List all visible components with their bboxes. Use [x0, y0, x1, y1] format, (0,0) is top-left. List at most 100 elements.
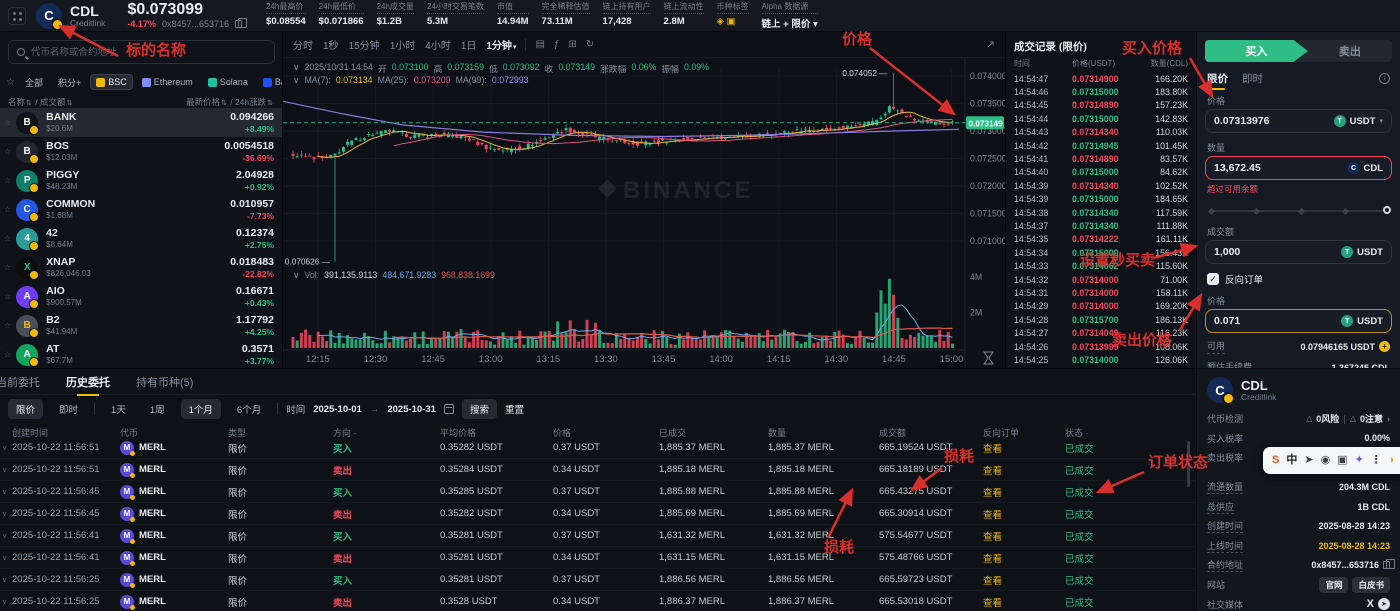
- search-input[interactable]: [31, 46, 266, 58]
- price-unit-selector[interactable]: T USDT ▾: [1333, 115, 1383, 127]
- sell-price-field[interactable]: 0.071 T USDT: [1205, 309, 1392, 333]
- view-link[interactable]: 查看: [983, 595, 1065, 609]
- amount-slider[interactable]: [1207, 204, 1391, 217]
- contract-address[interactable]: 0x8457...653716: [162, 19, 229, 29]
- buy-tab[interactable]: 买入: [1205, 40, 1308, 62]
- extension-icon[interactable]: 中: [1286, 455, 1297, 466]
- favorite-star-icon[interactable]: [4, 118, 11, 127]
- order-row[interactable]: 2025-10-22 11:56:41 M MERL 限价 卖出 0.35281 …: [0, 547, 1196, 569]
- filter-instant[interactable]: 即时: [51, 399, 86, 419]
- collapse-caret-icon[interactable]: ∨: [293, 62, 299, 75]
- trade-row[interactable]: 14:54:28 0.07315700 186.13K: [1006, 313, 1196, 326]
- telegram-icon[interactable]: [1378, 598, 1390, 611]
- trade-row[interactable]: 14:54:38 0.07314340 117.59K: [1006, 206, 1196, 219]
- slider-thumb[interactable]: [1383, 206, 1391, 214]
- copy-icon[interactable]: [1383, 559, 1395, 570]
- coin-logo[interactable]: C: [36, 2, 64, 31]
- trade-row[interactable]: 14:54:46 0.07315000 183.80K: [1006, 85, 1196, 98]
- layout-icon[interactable]: ⊞: [568, 39, 576, 50]
- coin-list-item[interactable]: A AT $67.7M 0.3571 +3.77%: [0, 340, 282, 368]
- reverse-order-row[interactable]: 反向订单: [1207, 272, 1390, 286]
- row-expand-icon[interactable]: [2, 554, 7, 562]
- timeframe-tab[interactable]: 1分钟▾: [486, 37, 516, 52]
- row-expand-icon[interactable]: [2, 576, 7, 584]
- browser-extension-toolbar[interactable]: S 中 ➤ ◉ ▣ ✦ ⋮ ◗: [1263, 447, 1400, 474]
- range-1w[interactable]: 1周: [142, 399, 173, 419]
- slider-dot[interactable]: [1207, 207, 1216, 215]
- timeframe-tab[interactable]: 分时: [293, 37, 314, 52]
- order-row[interactable]: 2025-10-22 11:56:25 M MERL 限价 卖出 0.3528 U…: [0, 591, 1196, 611]
- sell-price-value[interactable]: 0.071: [1214, 315, 1335, 327]
- coin-list-item[interactable]: 4 42 $8.64M 0.12374 +2.75%: [0, 224, 282, 253]
- coin-list-item[interactable]: B BOS $12.03M 0.0054518 -36.69%: [0, 137, 282, 166]
- trade-row[interactable]: 14:54:45 0.07314890 157.23K: [1006, 99, 1196, 112]
- trade-row[interactable]: 14:54:32 0.07314000 71.00K: [1006, 273, 1196, 286]
- col-price-change[interactable]: 最新价格 / 24h涨跌: [186, 96, 274, 108]
- range-1m[interactable]: 1个月: [180, 399, 221, 419]
- range-1d[interactable]: 1天: [103, 399, 134, 419]
- order-row[interactable]: 2025-10-22 11:56:25 M MERL 限价 买入 0.35281 …: [0, 569, 1196, 591]
- coin-list-item[interactable]: C COMMON $1.68M 0.010957 -7.73%: [0, 195, 282, 224]
- sell-tab[interactable]: 卖出: [1308, 40, 1392, 62]
- calendar-icon[interactable]: [443, 404, 454, 414]
- whitepaper-button[interactable]: 白皮书: [1352, 576, 1390, 593]
- coin-list-item[interactable]: A AIO $900.57M 0.16671 +0.43%: [0, 282, 282, 311]
- view-link[interactable]: 查看: [983, 529, 1065, 543]
- refresh-icon[interactable]: ↻: [586, 39, 594, 50]
- chain-tab-all[interactable]: 全部: [19, 73, 49, 92]
- timeframe-tab[interactable]: 1秒: [323, 37, 340, 52]
- instant-mode-tab[interactable]: 即时: [1242, 71, 1263, 86]
- extension-icon[interactable]: ▣: [1337, 455, 1347, 466]
- favorite-star-icon[interactable]: [4, 205, 11, 214]
- app-grid-icon[interactable]: [8, 6, 26, 25]
- chart-type-icon[interactable]: ▤: [535, 39, 544, 50]
- info-icon[interactable]: i: [1379, 73, 1390, 84]
- favorite-star-icon[interactable]: [4, 350, 11, 359]
- trade-row[interactable]: 14:54:26 0.07313999 108.06K: [1006, 340, 1196, 353]
- order-row[interactable]: 2025-10-22 11:56:51 M MERL 限价 买入 0.35282 …: [0, 437, 1196, 459]
- row-expand-icon[interactable]: [2, 488, 7, 496]
- extension-icon[interactable]: S: [1272, 455, 1279, 466]
- row-expand-icon[interactable]: [2, 444, 7, 452]
- limit-mode-tab[interactable]: 限价: [1207, 71, 1228, 86]
- order-row[interactable]: 2025-10-22 11:56:41 M MERL 限价 买入 0.35281 …: [0, 525, 1196, 547]
- timeframe-tab[interactable]: 1小时: [390, 37, 417, 52]
- view-link[interactable]: 查看: [983, 485, 1065, 499]
- filter-limit[interactable]: 限价: [8, 399, 44, 419]
- row-expand-icon[interactable]: [2, 510, 7, 518]
- trade-row[interactable]: 14:54:25 0.07314000 126.06K: [1006, 353, 1196, 366]
- trade-row[interactable]: 14:54:33 0.07314062 115.60K: [1006, 259, 1196, 272]
- extension-icon[interactable]: ✦: [1355, 455, 1364, 466]
- favorite-star-icon[interactable]: [4, 147, 11, 156]
- chain-tab[interactable]: Ethereum: [136, 74, 199, 90]
- token-search-box[interactable]: [8, 40, 275, 64]
- official-site-button[interactable]: 官网: [1319, 576, 1349, 593]
- trade-row[interactable]: 14:54:39 0.07315000 184.65K: [1006, 193, 1196, 206]
- timeframe-tab[interactable]: 15分钟: [349, 37, 381, 52]
- trade-row[interactable]: 14:54:39 0.07314340 102.52K: [1006, 179, 1196, 192]
- trade-row[interactable]: 14:54:44 0.07315000 142.83K: [1006, 112, 1196, 125]
- slider-dot[interactable]: [1342, 207, 1350, 215]
- coin-list-item[interactable]: P PIGGY $48.23M 2.04928 +0.92%: [0, 166, 282, 195]
- favorite-star-icon[interactable]: [4, 176, 11, 185]
- date-from[interactable]: 2025-10-01: [313, 404, 362, 415]
- chain-tab[interactable]: Base: [257, 74, 282, 90]
- trade-row[interactable]: 14:54:43 0.07314340 110.03K: [1006, 126, 1196, 139]
- trade-row[interactable]: 14:54:27 0.07314049 116.23K: [1006, 326, 1196, 339]
- extension-icon[interactable]: ◗: [1389, 455, 1396, 466]
- row-expand-icon[interactable]: [2, 532, 7, 540]
- extension-icon[interactable]: ◉: [1321, 455, 1331, 466]
- slider-dot[interactable]: [1297, 207, 1305, 215]
- scrollbar[interactable]: [1187, 441, 1190, 487]
- order-row[interactable]: 2025-10-22 11:56:45 M MERL 限价 买入 0.35285 …: [0, 481, 1196, 503]
- trade-row[interactable]: 14:54:31 0.07314000 158.11K: [1006, 286, 1196, 299]
- trade-row[interactable]: 14:54:35 0.07314222 161.11K: [1006, 233, 1196, 246]
- col-name-volume[interactable]: 名称 / 成交额: [8, 96, 73, 108]
- trade-row[interactable]: 14:54:29 0.07314000 169.20K: [1006, 300, 1196, 313]
- trade-row[interactable]: 14:54:40 0.07315000 84.62K: [1006, 166, 1196, 179]
- reverse-order-checkbox[interactable]: [1207, 273, 1219, 285]
- coin-list-item[interactable]: B BANK $20.6M 0.094266 +8.49%: [0, 108, 282, 137]
- chain-tab[interactable]: BSC: [90, 74, 133, 90]
- chevron-right-icon[interactable]: ›: [1387, 414, 1390, 424]
- total-field[interactable]: 1,000 T USDT: [1205, 240, 1392, 264]
